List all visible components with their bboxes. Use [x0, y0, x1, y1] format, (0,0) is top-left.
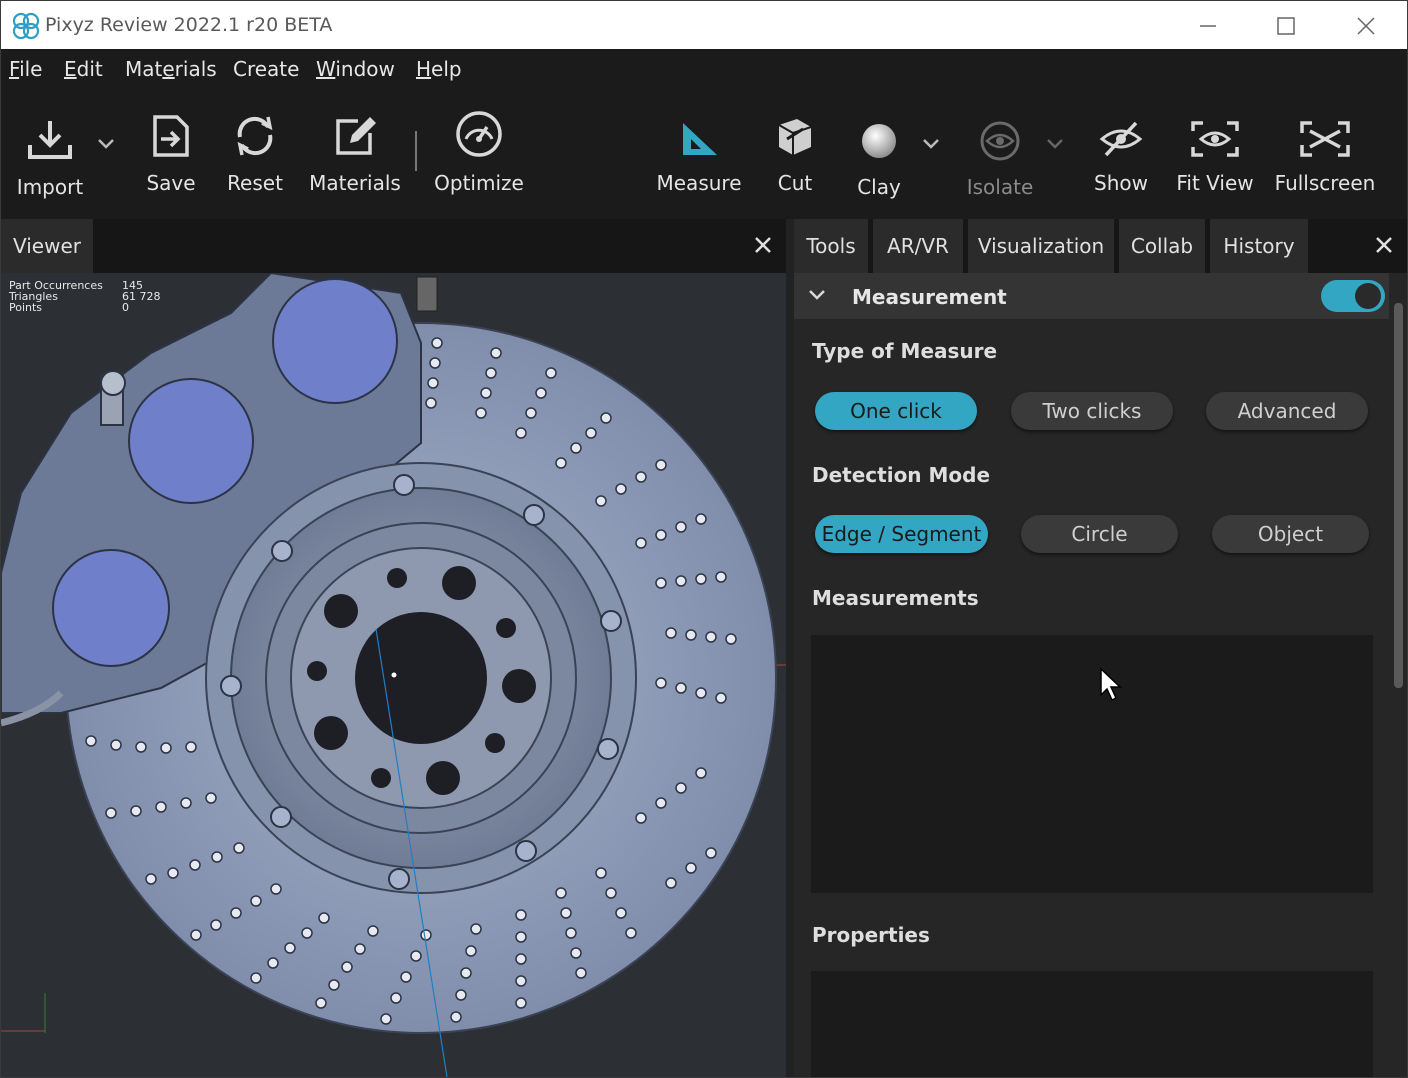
measure-button[interactable]: Measure	[656, 89, 742, 219]
reset-button[interactable]: Reset	[223, 89, 287, 219]
materials-label: Materials	[309, 171, 401, 195]
scene-stats: Part Occurrences 145 Triangles 61 728 Poin…	[9, 280, 161, 313]
app-window: Pixyz Review 2022.1 r20 BETA File Edit M…	[0, 0, 1408, 1078]
menu-edit[interactable]: Edit	[64, 57, 103, 81]
fullscreen-label: Fullscreen	[1274, 171, 1376, 195]
import-label: Import	[16, 175, 84, 199]
chevron-down-icon[interactable]	[808, 288, 826, 302]
minimize-icon	[1200, 25, 1216, 27]
edge-segment-button[interactable]: Edge / Segment	[815, 515, 988, 553]
fullscreen-button[interactable]: Fullscreen	[1274, 89, 1376, 219]
brake-disc-model	[1, 273, 786, 1077]
type-of-measure-label: Type of Measure	[812, 339, 998, 363]
measurement-section-header[interactable]: Measurement	[794, 273, 1389, 319]
tab-tools[interactable]: Tools	[794, 219, 868, 273]
clay-sphere-icon	[862, 124, 896, 158]
measurement-toggle[interactable]	[1321, 280, 1385, 312]
import-button[interactable]: Import	[11, 89, 89, 219]
edit-material-icon	[336, 117, 376, 155]
advanced-button[interactable]: Advanced	[1206, 392, 1368, 430]
object-button[interactable]: Object	[1212, 515, 1369, 553]
cut-label: Cut	[777, 171, 813, 195]
clay-button[interactable]: Clay	[853, 89, 905, 219]
scrollbar-thumb[interactable]	[1394, 303, 1403, 688]
measurements-label: Measurements	[812, 586, 979, 610]
isolate-button[interactable]: Isolate	[963, 89, 1037, 219]
stat-row: Points 0	[9, 301, 129, 314]
viewer-tab-label: Viewer	[13, 234, 81, 258]
pixyz-logo-icon	[12, 12, 40, 40]
save-label: Save	[146, 171, 196, 195]
maximize-button[interactable]	[1271, 11, 1301, 41]
close-window-button[interactable]	[1351, 11, 1381, 41]
optimize-button[interactable]: Optimize	[434, 89, 524, 219]
import-dropdown-icon[interactable]	[96, 137, 116, 151]
mouse-cursor-icon	[1100, 667, 1122, 702]
measurement-panel: Measurement Type of Measure One click Tw…	[794, 273, 1407, 1077]
tab-visualization[interactable]: Visualization	[968, 219, 1114, 273]
gauge-icon	[456, 111, 502, 157]
title-bar: Pixyz Review 2022.1 r20 BETA	[1, 1, 1407, 49]
eye-slash-icon	[1099, 121, 1143, 157]
menu-bar: File Edit Materials Create Window Help	[1, 49, 1407, 89]
measurement-title: Measurement	[852, 285, 1007, 309]
reset-icon	[237, 116, 273, 156]
fit-view-label: Fit View	[1176, 171, 1254, 195]
import-icon	[28, 121, 72, 159]
reset-label: Reset	[227, 171, 283, 195]
properties-label: Properties	[812, 923, 930, 947]
clay-dropdown-icon[interactable]	[921, 137, 941, 151]
detection-mode-label: Detection Mode	[812, 463, 991, 487]
isolate-dropdown-icon[interactable]	[1045, 137, 1065, 151]
window-title: Pixyz Review 2022.1 r20 BETA	[45, 14, 333, 36]
materials-button[interactable]: Materials	[309, 89, 401, 219]
save-icon	[153, 115, 189, 157]
toolbar: Import Save Reset Materials Optimize Mea…	[1, 89, 1407, 219]
maximize-icon	[1277, 17, 1295, 35]
tab-history[interactable]: History	[1210, 219, 1308, 273]
fit-view-button[interactable]: Fit View	[1173, 89, 1257, 219]
toggle-knob	[1355, 283, 1381, 309]
clay-label: Clay	[857, 175, 901, 199]
two-clicks-button[interactable]: Two clicks	[1011, 392, 1173, 430]
measure-label: Measure	[656, 171, 742, 195]
cut-button[interactable]: Cut	[771, 89, 819, 219]
panel-scrollbar[interactable]	[1392, 273, 1404, 1077]
menu-help[interactable]: Help	[416, 57, 462, 81]
close-viewer-icon[interactable]	[749, 231, 777, 259]
close-panel-icon[interactable]	[1370, 231, 1398, 259]
section-cut-icon	[778, 119, 812, 155]
circle-button[interactable]: Circle	[1021, 515, 1178, 553]
close-icon	[1357, 17, 1375, 35]
menu-file[interactable]: File	[9, 57, 42, 81]
save-button[interactable]: Save	[139, 89, 203, 219]
fullscreen-icon	[1300, 121, 1350, 157]
optimize-label: Optimize	[434, 171, 524, 195]
menu-window[interactable]: Window	[316, 57, 395, 81]
ruler-triangle-icon	[683, 123, 717, 155]
measurements-list[interactable]	[811, 635, 1373, 893]
isolate-label: Isolate	[966, 175, 1034, 199]
tab-viewer[interactable]: Viewer	[1, 219, 93, 273]
panel-tabs: Tools AR/VR Visualization Collab History	[794, 219, 1407, 273]
eye-icon	[980, 121, 1020, 161]
tab-collab[interactable]: Collab	[1119, 219, 1205, 273]
fit-view-icon	[1191, 121, 1239, 157]
one-click-button[interactable]: One click	[815, 392, 977, 430]
show-button[interactable]: Show	[1091, 89, 1151, 219]
toolbar-separator	[415, 131, 417, 171]
properties-box[interactable]	[811, 971, 1373, 1077]
show-label: Show	[1094, 171, 1148, 195]
viewer-header: Viewer	[1, 219, 786, 273]
tab-ar-vr[interactable]: AR/VR	[873, 219, 963, 273]
minimize-button[interactable]	[1193, 11, 1223, 41]
menu-create[interactable]: Create	[233, 57, 299, 81]
3d-viewport[interactable]: Part Occurrences 145 Triangles 61 728 Poin…	[1, 273, 786, 1077]
menu-materials[interactable]: Materials	[125, 57, 217, 81]
